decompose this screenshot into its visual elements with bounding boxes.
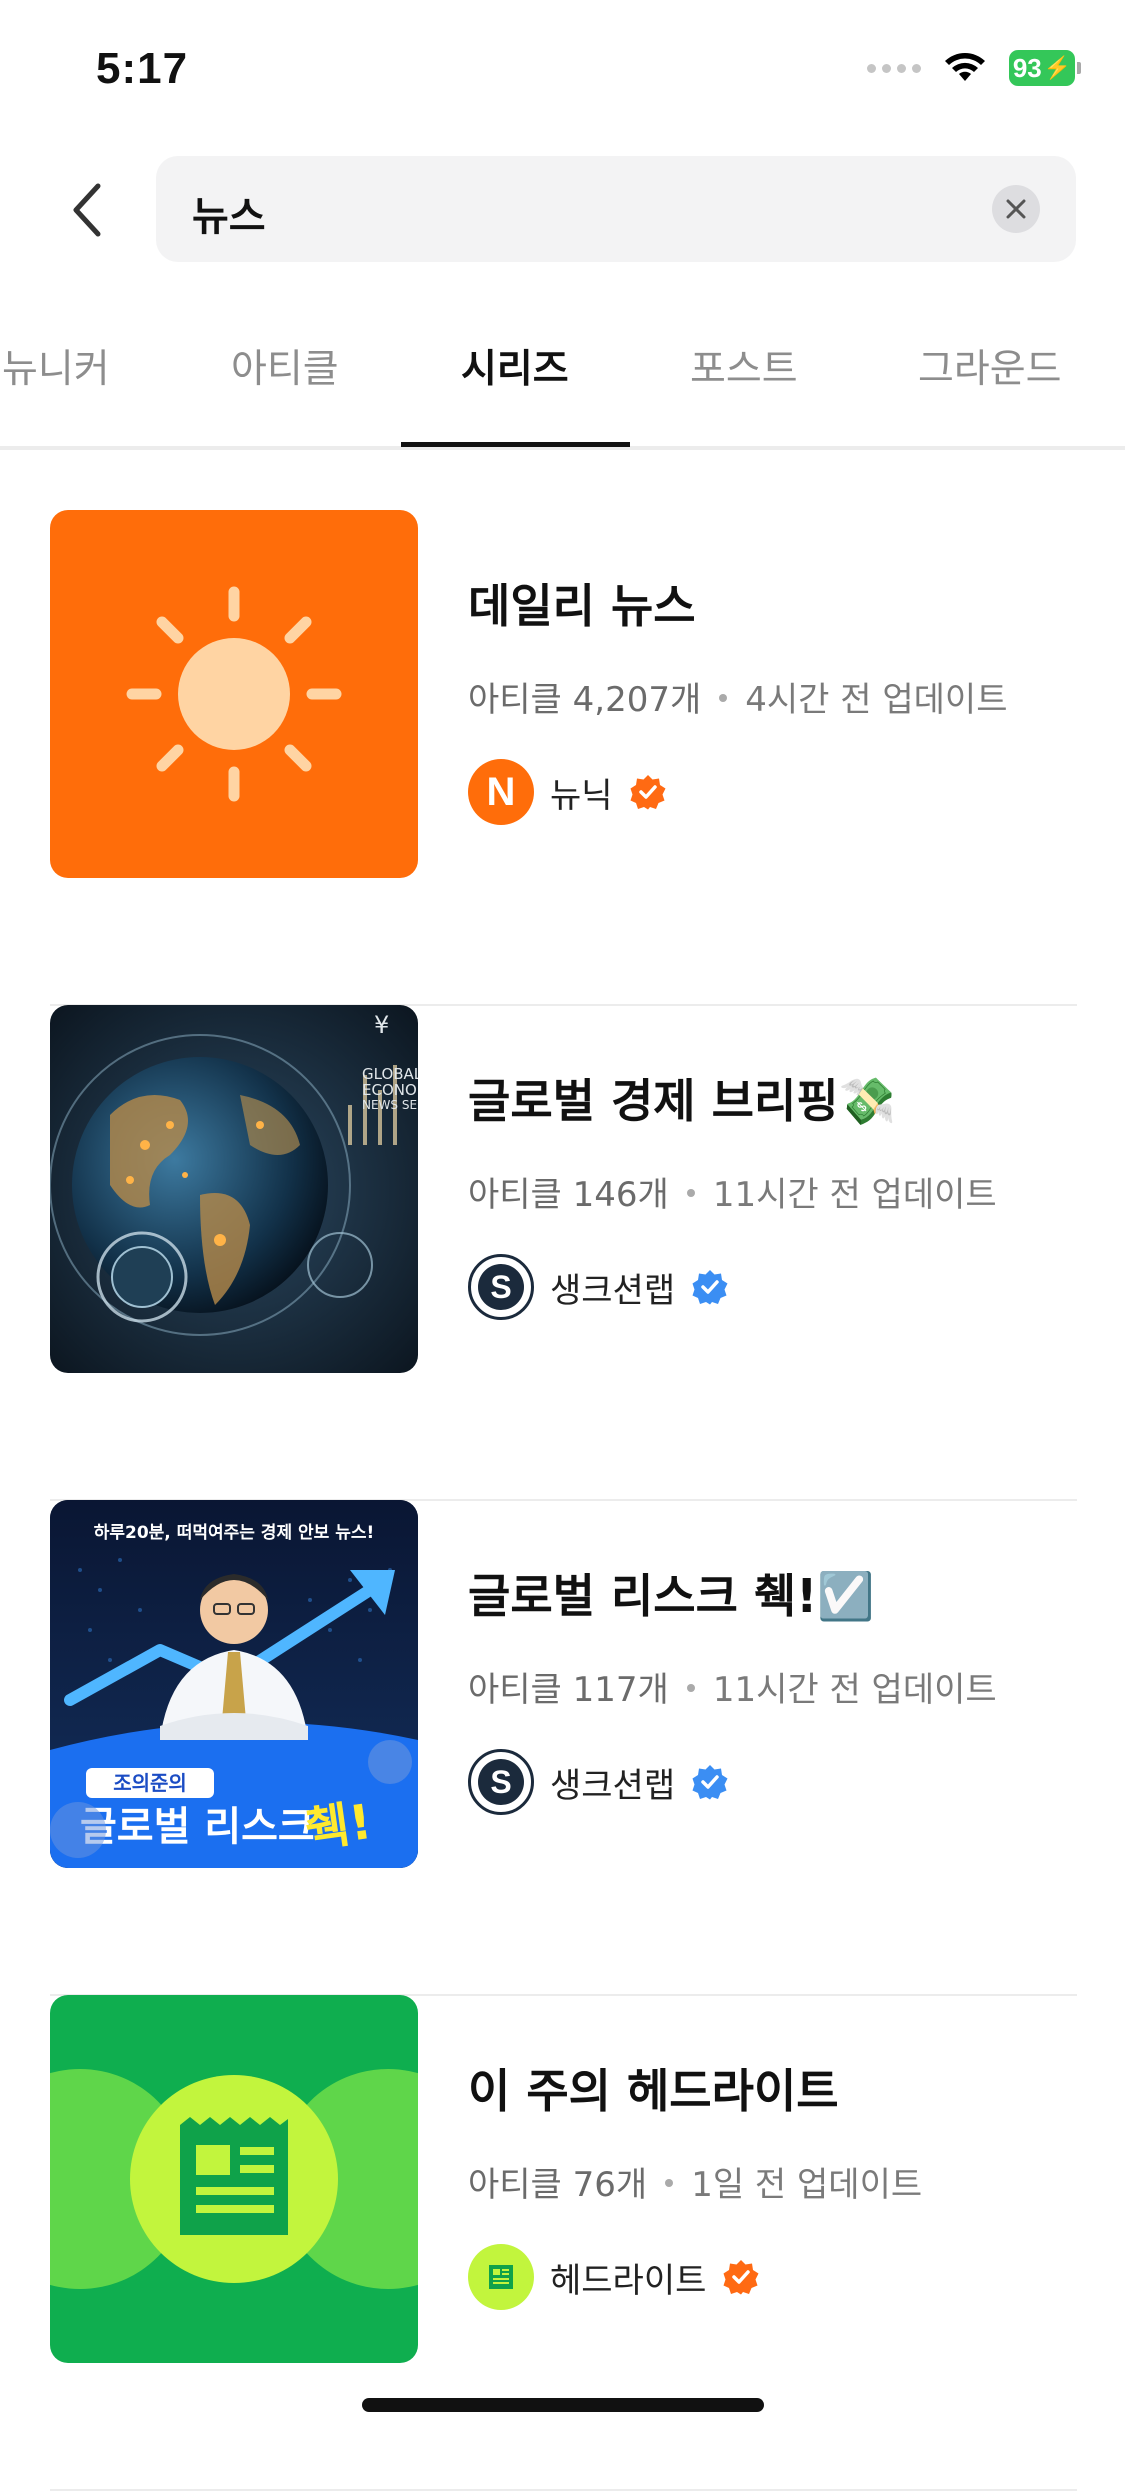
avatar: S xyxy=(468,1749,534,1815)
tab-ground[interactable]: 그라운드 xyxy=(918,338,1062,394)
series-thumbnail xyxy=(50,510,418,878)
back-button[interactable] xyxy=(56,170,116,250)
tab-article[interactable]: 아티클 xyxy=(231,338,339,394)
series-item[interactable]: 이 주의 헤드라이트 아티클 76개 1일 전 업데이트 헤드라이트 xyxy=(50,1995,1077,2491)
verified-badge-icon xyxy=(692,1765,728,1800)
author[interactable]: N 뉴닉 xyxy=(468,758,667,826)
article-count: 아티클 76개 xyxy=(468,2165,648,2205)
series-meta: 아티클 76개 1일 전 업데이트 xyxy=(468,2157,922,2206)
author-name: 헤드라이트 xyxy=(550,2260,707,2301)
author-name: 뉴닉 xyxy=(550,775,613,816)
status-time: 5:17 xyxy=(96,44,189,93)
wifi-icon xyxy=(945,53,985,81)
search-query: 뉴스 xyxy=(192,194,266,240)
close-icon xyxy=(1006,199,1026,219)
series-item[interactable]: 하루20분, 떠먹여주는 경제 안보 뉴스! 조의준의 글로벌 리스크 췍! 글… xyxy=(50,1500,1077,1996)
article-count: 아티클 4,207개 xyxy=(468,680,702,720)
thumb-title: 글로벌 리스크 xyxy=(80,1804,315,1850)
cellular-signal-icon xyxy=(867,63,921,73)
chevron-left-icon xyxy=(73,183,101,237)
status-bar: 5:17 93 ⚡ xyxy=(0,0,1125,140)
author-name: 생크션랩 xyxy=(550,1765,676,1806)
globe-image: GLOBAL ECONOMY NEWS SER ¥ xyxy=(50,1005,418,1373)
avatar: N xyxy=(468,759,534,825)
active-tab-indicator xyxy=(401,442,630,447)
series-title: 이 주의 헤드라이트 xyxy=(468,2064,839,2118)
avatar xyxy=(468,2244,534,2310)
newspaper-icon xyxy=(489,2265,513,2289)
series-title: 글로벌 리스크 췍!☑️ xyxy=(468,1569,875,1623)
series-meta: 아티클 4,207개 4시간 전 업데이트 xyxy=(468,672,1007,721)
updated-time: 1일 전 업데이트 xyxy=(691,2165,923,2205)
thumb-text: NEWS SER xyxy=(362,1098,418,1112)
series-thumbnail: GLOBAL ECONOMY NEWS SER ¥ xyxy=(50,1005,418,1373)
author-name: 생크션랩 xyxy=(550,1270,676,1311)
clear-search-button[interactable] xyxy=(992,185,1040,233)
series-title: 데일리 뉴스 xyxy=(468,579,696,633)
avatar: S xyxy=(468,1254,534,1320)
series-title: 글로벌 경제 브리핑💸 xyxy=(468,1074,896,1128)
search-input[interactable]: 뉴스 xyxy=(156,156,1076,262)
series-thumbnail xyxy=(50,1995,418,2363)
home-indicator[interactable] xyxy=(362,2398,764,2412)
tab-series[interactable]: 시리즈 xyxy=(461,338,569,394)
newspaper-icon xyxy=(50,2069,418,2289)
search-tabs: 뉴니커 아티클 시리즈 포스트 그라운드 xyxy=(0,300,1125,450)
series-thumbnail: 하루20분, 떠먹여주는 경제 안보 뉴스! 조의준의 글로벌 리스크 췍! xyxy=(50,1500,418,1868)
updated-time: 11시간 전 업데이트 xyxy=(712,1670,997,1710)
updated-time: 4시간 전 업데이트 xyxy=(745,680,1008,720)
thumb-name: 조의준의 xyxy=(113,1771,187,1795)
thumb-text: ECONOMY xyxy=(362,1081,418,1099)
article-count: 아티클 146개 xyxy=(468,1175,669,1215)
thumb-caption: 하루20분, 떠먹여주는 경제 안보 뉴스! xyxy=(94,1523,375,1543)
sun-icon xyxy=(126,586,342,802)
tab-post[interactable]: 포스트 xyxy=(690,338,798,394)
series-item[interactable]: GLOBAL ECONOMY NEWS SER ¥ 글로벌 경제 브리핑💸 아티… xyxy=(50,1005,1077,1501)
author[interactable]: S 생크션랩 xyxy=(468,1253,729,1321)
updated-time: 11시간 전 업데이트 xyxy=(712,1175,997,1215)
verified-badge-icon xyxy=(630,775,666,810)
presenter-image: 하루20분, 떠먹여주는 경제 안보 뉴스! 조의준의 글로벌 리스크 췍! xyxy=(50,1500,418,1868)
tab-newniker[interactable]: 뉴니커 xyxy=(2,338,110,394)
verified-badge-icon xyxy=(692,1270,728,1305)
series-meta: 아티클 146개 11시간 전 업데이트 xyxy=(468,1167,997,1216)
status-icons: 93 ⚡ xyxy=(867,50,1081,86)
battery-icon: 93 ⚡ xyxy=(1009,50,1075,86)
author[interactable]: 헤드라이트 xyxy=(468,2243,760,2311)
svg-text:¥: ¥ xyxy=(374,1011,389,1039)
author[interactable]: S 생크션랩 xyxy=(468,1748,729,1816)
verified-badge-icon xyxy=(723,2260,759,2295)
series-meta: 아티클 117개 11시간 전 업데이트 xyxy=(468,1662,997,1711)
thumb-title-accent: 췍! xyxy=(302,1794,375,1859)
article-count: 아티클 117개 xyxy=(468,1670,669,1710)
series-item[interactable]: 데일리 뉴스 아티클 4,207개 4시간 전 업데이트 N 뉴닉 xyxy=(50,510,1077,1006)
